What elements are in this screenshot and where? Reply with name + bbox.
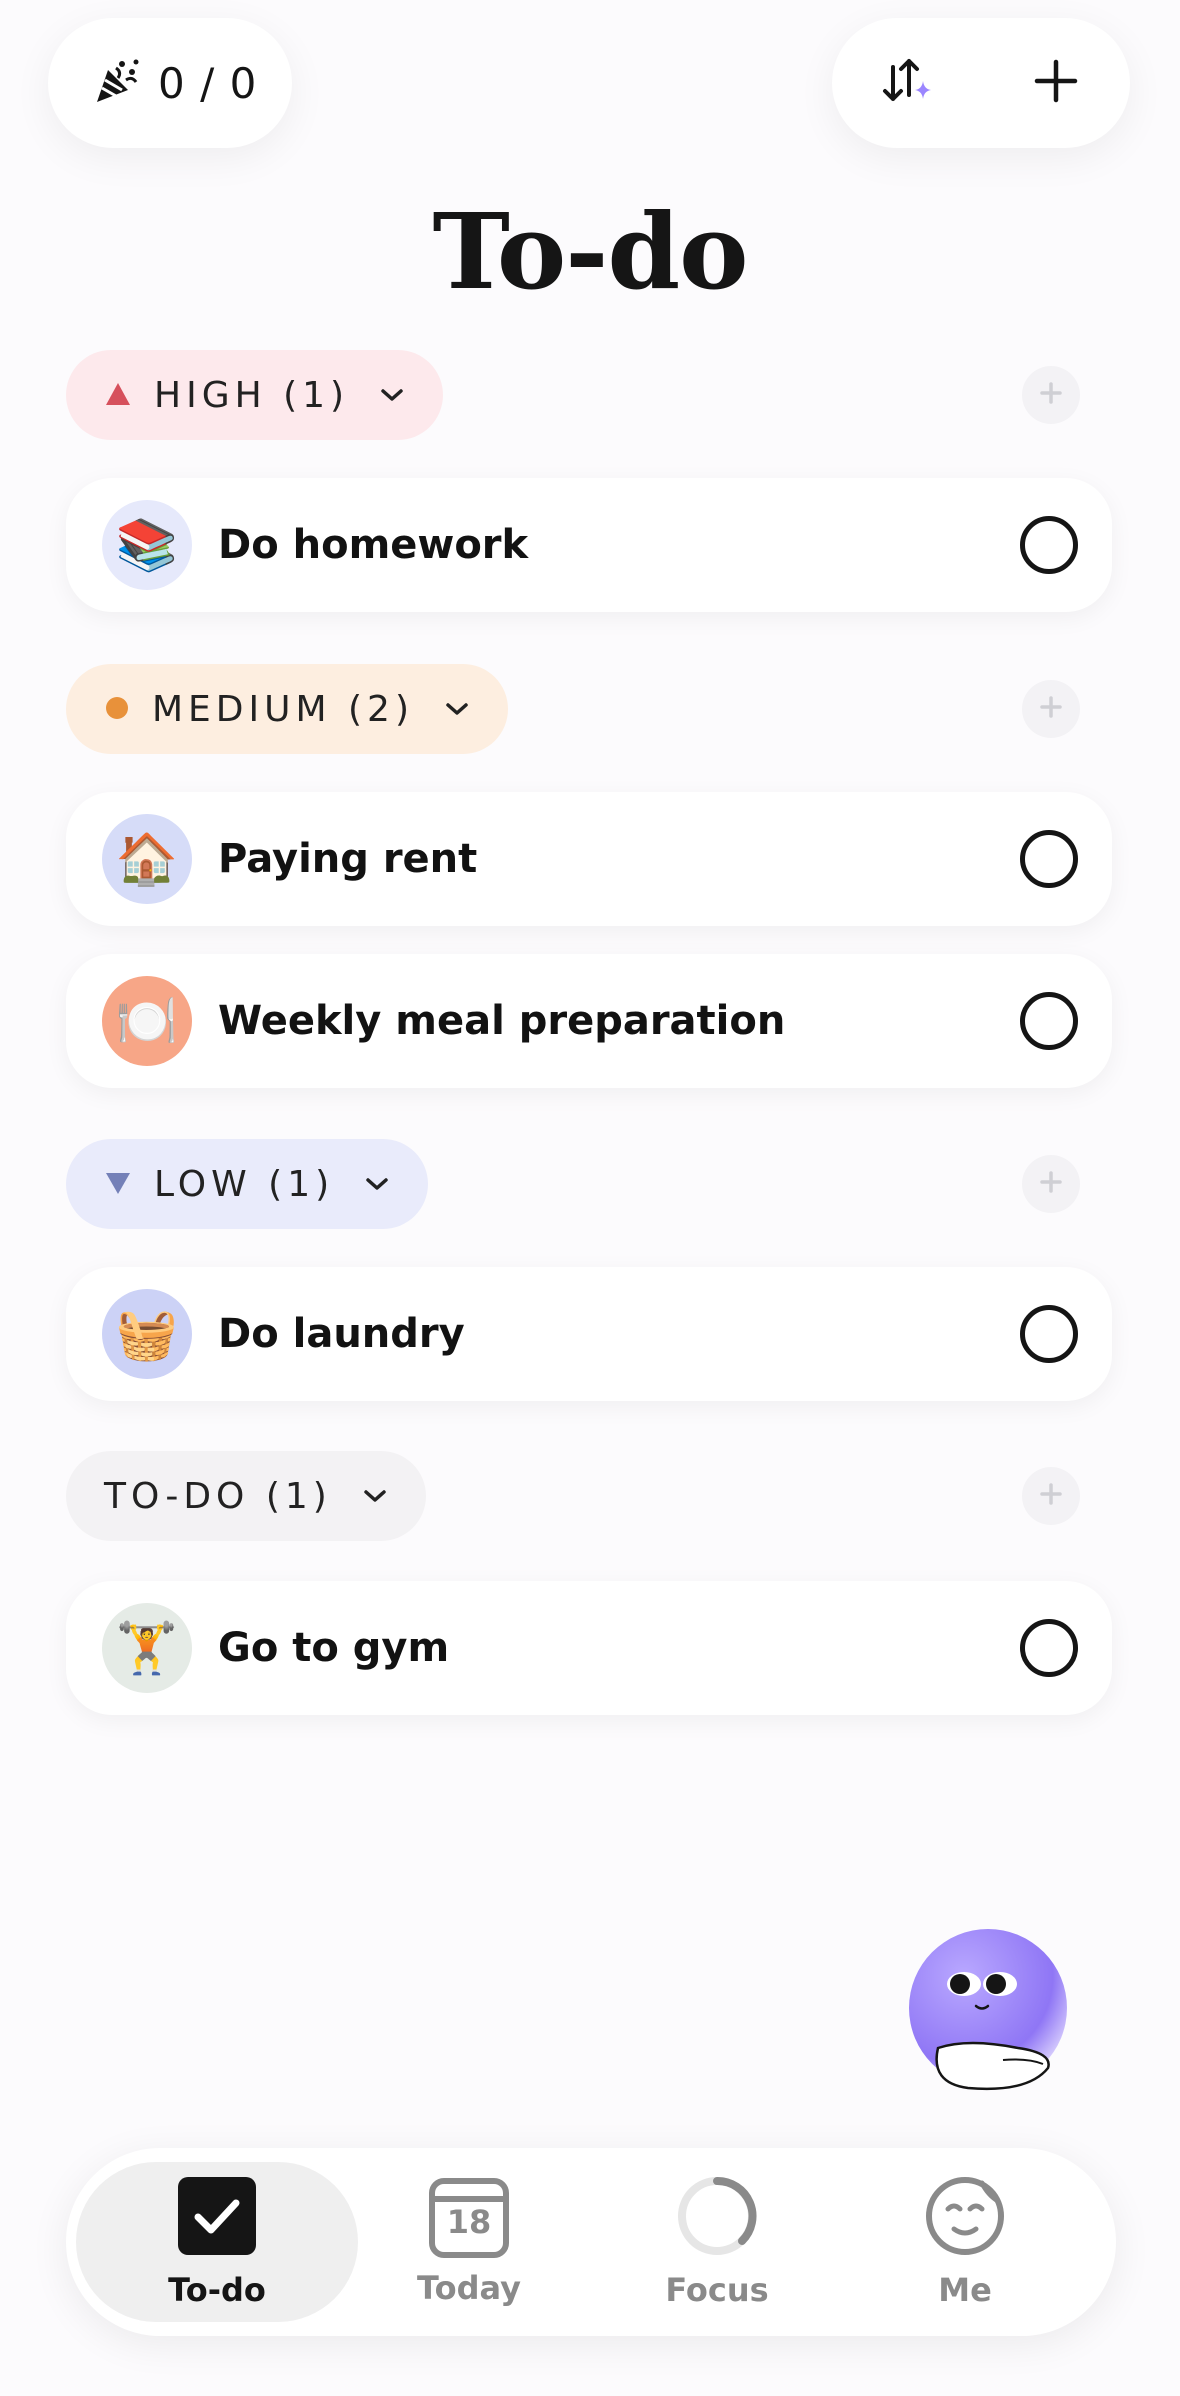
section-label-medium: MEDIUM (2): [152, 688, 414, 730]
party-popper-icon: [92, 56, 142, 110]
face-icon: [924, 2175, 1006, 2261]
section-label-low: LOW (1): [154, 1163, 335, 1205]
actions-pill: [832, 18, 1130, 148]
add-to-medium-button[interactable]: [1022, 680, 1080, 738]
medium-priority-icon: [104, 689, 130, 730]
plus-icon: [1037, 693, 1065, 725]
focus-ring-icon: [676, 2175, 758, 2261]
assistant-buddy-button[interactable]: [908, 1928, 1068, 2093]
checkbox-icon: [176, 2175, 258, 2261]
task-card[interactable]: 🍽️ Weekly meal preparation: [66, 954, 1112, 1088]
tab-todo[interactable]: To-do: [76, 2162, 358, 2322]
tab-label: To-do: [168, 2271, 266, 2309]
books-icon: 📚: [102, 500, 192, 590]
task-complete-checkbox[interactable]: [1020, 830, 1078, 888]
task-title: Do homework: [218, 522, 529, 568]
chevron-down-icon: [379, 386, 405, 404]
plate-icon: 🍽️: [102, 976, 192, 1066]
section-header-medium[interactable]: MEDIUM (2): [66, 664, 508, 754]
section-header-high[interactable]: HIGH (1): [66, 350, 444, 440]
page-title: To-do: [432, 190, 748, 313]
calendar-day: 18: [446, 2203, 492, 2241]
buddy-face-icon: [909, 1929, 1067, 2091]
high-priority-icon: [104, 375, 132, 416]
plus-icon: [1031, 56, 1081, 110]
tab-me[interactable]: Me: [824, 2162, 1106, 2322]
add-to-todo-button[interactable]: [1022, 1467, 1080, 1525]
chevron-down-icon: [362, 1487, 388, 1505]
chevron-down-icon: [364, 1175, 390, 1193]
tab-label: Today: [417, 2269, 521, 2307]
task-complete-checkbox[interactable]: [1020, 1305, 1078, 1363]
ai-sort-button[interactable]: [867, 43, 947, 123]
section-label-todo: TO-DO (1): [104, 1475, 332, 1517]
section-label-high: HIGH (1): [154, 374, 350, 416]
tab-today[interactable]: 18 Today: [328, 2162, 610, 2322]
task-card[interactable]: 📚 Do homework: [66, 478, 1112, 612]
calendar-icon: 18: [428, 2177, 510, 2259]
add-task-button[interactable]: [1016, 43, 1096, 123]
house-icon: 🏠: [102, 814, 192, 904]
plus-icon: [1037, 379, 1065, 411]
bottom-tab-bar: To-do 18 Today Focus Me: [66, 2148, 1116, 2336]
task-card[interactable]: 🏠 Paying rent: [66, 792, 1112, 926]
chevron-down-icon: [444, 700, 470, 718]
task-complete-checkbox[interactable]: [1020, 1619, 1078, 1677]
tab-label: Me: [938, 2271, 992, 2309]
task-title: Weekly meal preparation: [218, 998, 786, 1044]
task-card[interactable]: 🧺 Do laundry: [66, 1267, 1112, 1401]
laundry-basket-icon: 🧺: [102, 1289, 192, 1379]
task-card[interactable]: 🏋️ Go to gym: [66, 1581, 1112, 1715]
plus-icon: [1037, 1480, 1065, 1512]
plus-icon: [1037, 1168, 1065, 1200]
section-header-todo[interactable]: TO-DO (1): [66, 1451, 426, 1541]
task-title: Paying rent: [218, 836, 478, 882]
low-priority-icon: [104, 1164, 132, 1205]
section-header-low[interactable]: LOW (1): [66, 1139, 429, 1229]
ai-sort-icon: [877, 51, 937, 115]
task-complete-checkbox[interactable]: [1020, 992, 1078, 1050]
task-title: Go to gym: [218, 1625, 450, 1671]
weightlifter-icon: 🏋️: [102, 1603, 192, 1693]
score-pill[interactable]: 0 / 0: [48, 18, 292, 148]
tab-label: Focus: [665, 2271, 769, 2309]
add-to-low-button[interactable]: [1022, 1155, 1080, 1213]
task-complete-checkbox[interactable]: [1020, 516, 1078, 574]
score-counter: 0 / 0: [158, 58, 258, 108]
tab-focus[interactable]: Focus: [576, 2162, 858, 2322]
add-to-high-button[interactable]: [1022, 366, 1080, 424]
task-title: Do laundry: [218, 1311, 465, 1357]
